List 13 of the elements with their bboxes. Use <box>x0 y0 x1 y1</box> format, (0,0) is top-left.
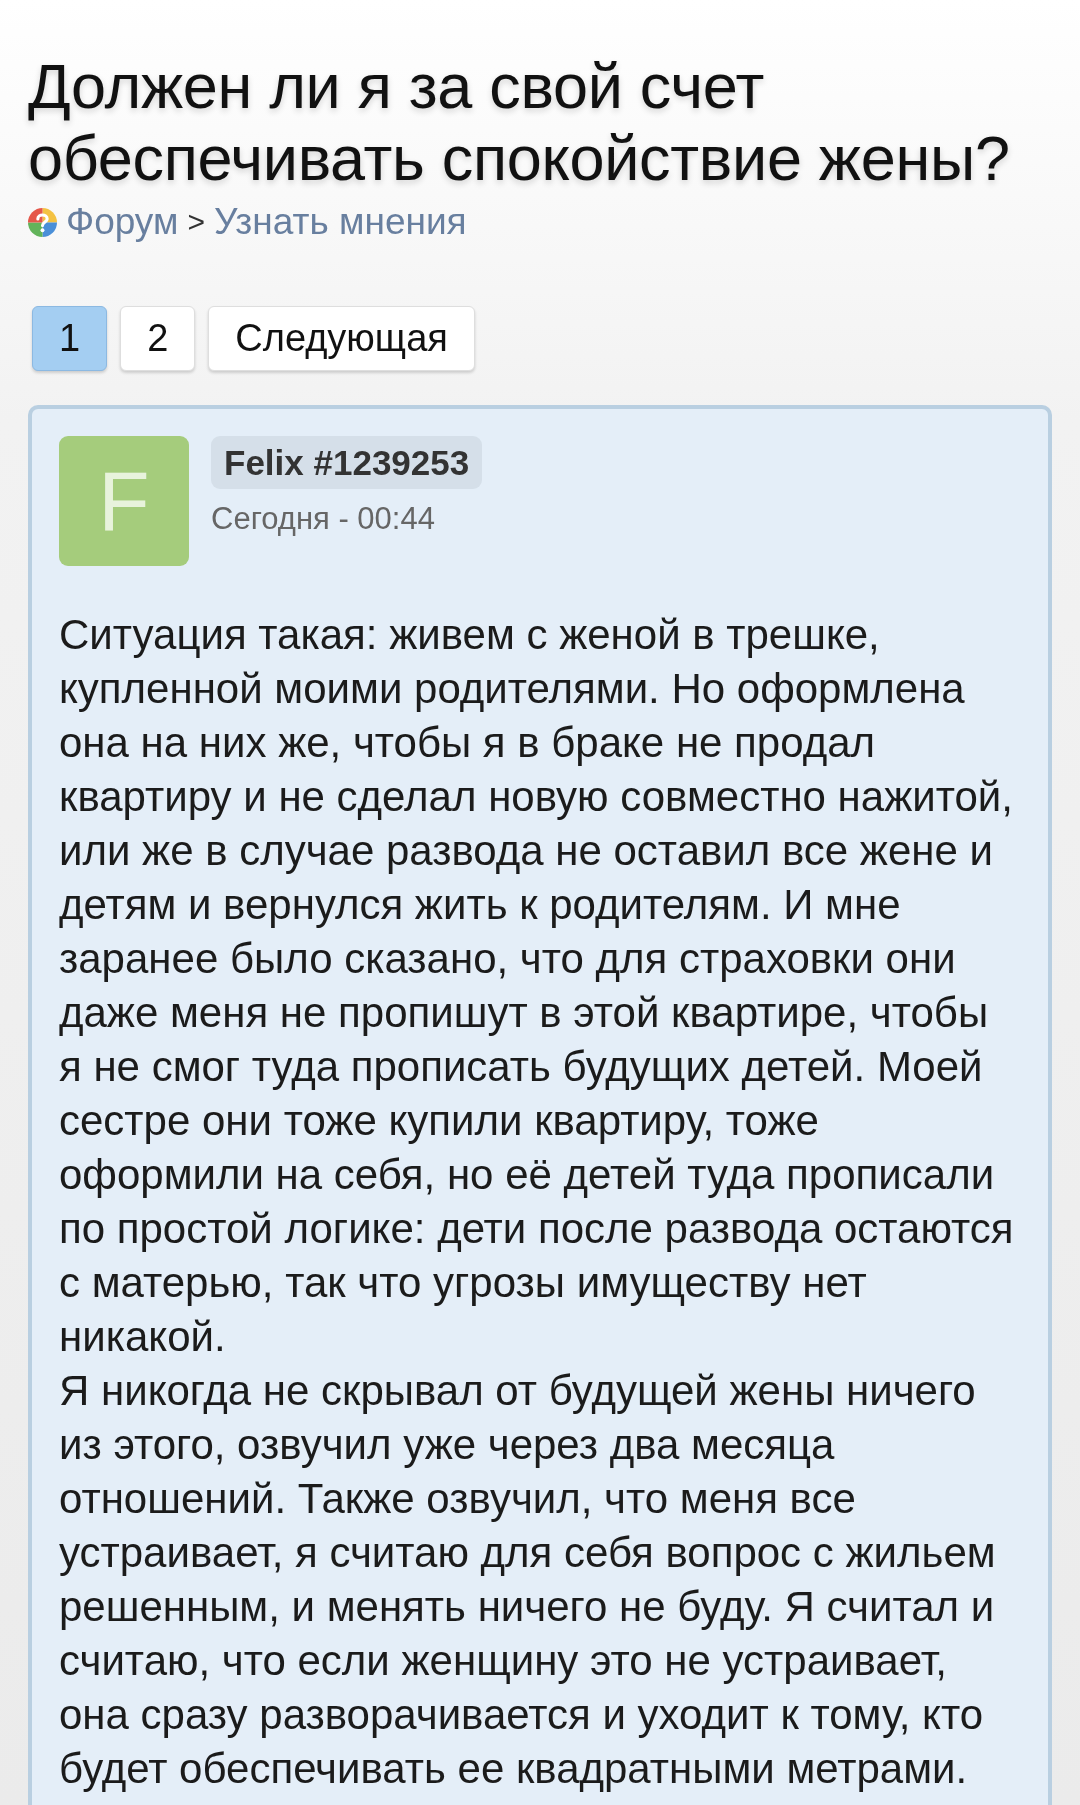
breadcrumb-link[interactable]: Форум <box>66 201 179 243</box>
question-mark-icon <box>28 207 57 237</box>
author-name[interactable]: Felix #1239253 <box>211 436 483 489</box>
breadcrumb-separator: > <box>187 205 205 239</box>
page-button[interactable]: 1 <box>32 306 108 371</box>
page-title: Должен ли я за свой счет обеспечивать спокойствие жены? <box>28 50 1011 194</box>
page-button[interactable]: 2 <box>120 306 196 371</box>
breadcrumb-link[interactable]: Узнать мнения <box>213 201 467 243</box>
post-paragraph: Ситуация такая: живем с женой в трешке, купленной моими родителями. Но оформлена она на них же, чтобы я в браке не продал квартиру и не сделал новую совместно нажитой, или же в случае развода не оставил все жене и детям и вернулся жить к родителям. И мне заранее было сказано, что для страховки они даже меня не пропишут в этой квартире, чтобы я не смог туда прописать будущих детей. Моей сестре они тоже купили квартиру, тоже оформили на себя, но её детей туда прописали по простой логике: дети после развода остаются с матерью, так что угрозы имуществу нет никакой. <box>59 610 1015 1362</box>
page-button[interactable]: Следующая <box>208 306 475 371</box>
post-time: Сегодня - 00:44 <box>211 500 435 538</box>
post-paragraph: Я никогда не скрывал от будущей жены ничего из этого, озвучил уже через два месяца отношений. Также озвучил, что меня все устраивает, я считаю для себя вопрос с жильем решенным, и менять ничего не буду. Я считал и считаю, что если женщину это не устраивает, она сразу разворачивается и уходит к тому, кто будет обеспечивать ее квадратными метрами. <box>59 1366 997 1794</box>
user-avatar: F <box>59 436 189 566</box>
